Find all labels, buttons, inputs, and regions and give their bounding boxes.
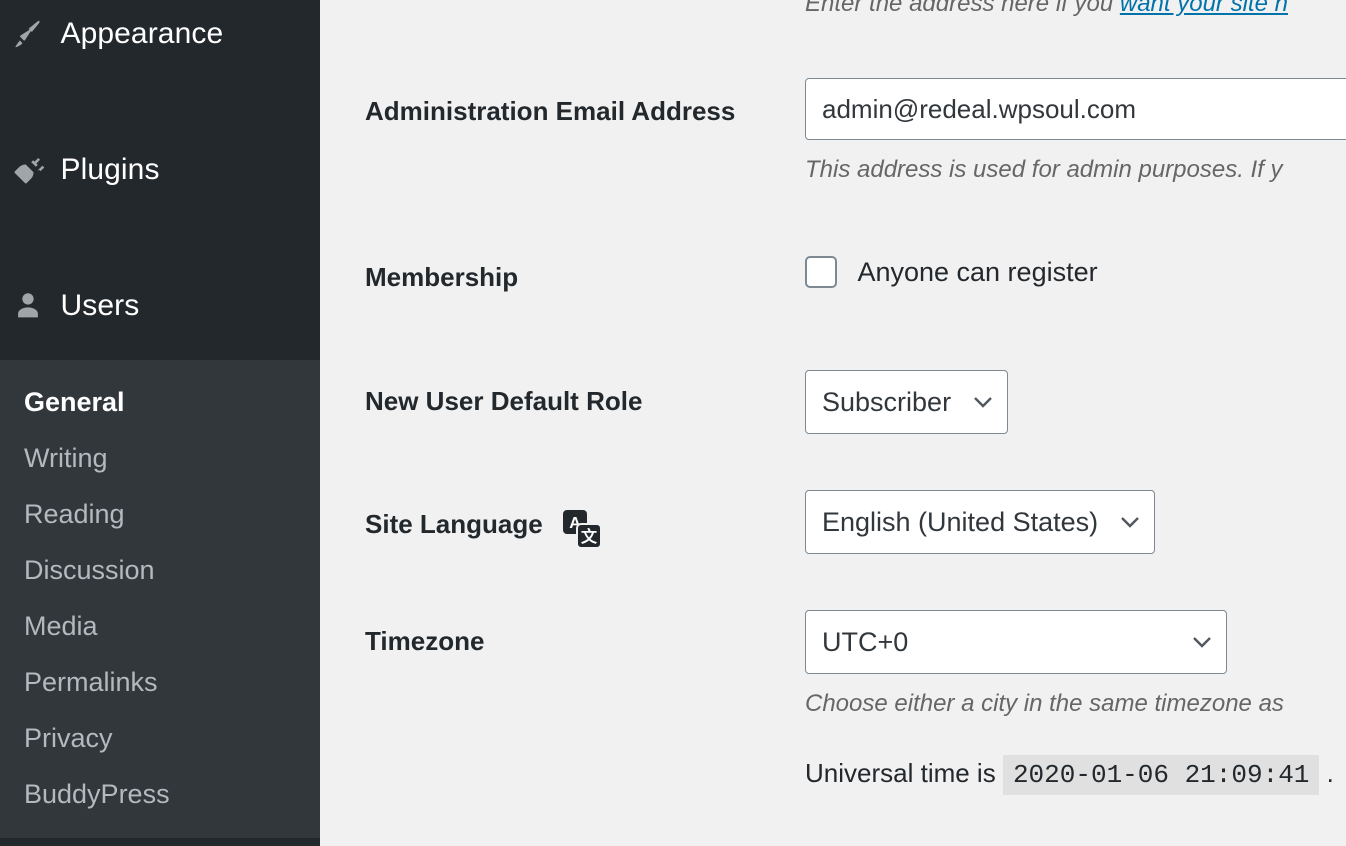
timezone-value: UTC+0 — [806, 611, 964, 673]
user-icon — [0, 272, 56, 340]
site-language-value: English (United States) — [806, 491, 1154, 553]
timezone-description: Choose either a city in the same timezon… — [805, 690, 1284, 717]
sidebar-item-plugins[interactable]: Plugins — [0, 136, 320, 204]
submenu-item-permalinks[interactable]: Permalinks — [0, 654, 320, 710]
sidebar-item-label: Appearance — [60, 0, 223, 68]
universal-time-prefix: Universal time is — [805, 758, 996, 788]
wordpress-admin-screen: Appearance Plugins Users Tools Settings — [0, 0, 1346, 846]
admin-sidebar: Appearance Plugins Users Tools Settings — [0, 0, 320, 846]
sidebar-item-users[interactable]: Users — [0, 272, 320, 340]
site-address-help-link[interactable]: want your site h — [1120, 0, 1288, 17]
submenu-item-label: Writing — [24, 443, 108, 473]
submenu-item-label: Permalinks — [24, 667, 158, 697]
sidebar-item-label: Plugins — [60, 136, 159, 204]
anyone-can-register-checkbox[interactable] — [805, 256, 837, 288]
chevron-down-icon — [1120, 515, 1140, 529]
site-language-select[interactable]: English (United States) — [805, 490, 1155, 554]
sidebar-bottom-strip — [0, 838, 320, 846]
universal-time-value: 2020-01-06 21:09:41 — [1003, 755, 1319, 795]
new-user-role-label: New User Default Role — [365, 386, 795, 417]
submenu-item-media[interactable]: Media — [0, 598, 320, 654]
submenu-item-writing[interactable]: Writing — [0, 430, 320, 486]
settings-general-form: Enter the address here if you want your … — [320, 0, 1346, 846]
translate-icon: A 文 — [562, 509, 602, 549]
universal-time-suffix: . — [1327, 758, 1334, 788]
submenu-item-label: General — [24, 387, 125, 417]
plug-icon — [0, 136, 56, 204]
submenu-item-label: Reading — [24, 499, 125, 529]
submenu-item-discussion[interactable]: Discussion — [0, 542, 320, 598]
site-address-description: Enter the address here if you want your … — [805, 0, 1288, 17]
new-user-role-select[interactable]: Subscriber — [805, 370, 1008, 434]
timezone-select[interactable]: UTC+0 — [805, 610, 1227, 674]
submenu-item-label: Media — [24, 611, 98, 641]
paintbrush-icon — [0, 0, 56, 68]
chevron-down-icon — [1192, 635, 1212, 649]
sidebar-item-label: Users — [60, 272, 139, 340]
timezone-label: Timezone — [365, 626, 795, 657]
universal-time-line: Universal time is 2020-01-06 21:09:41 . — [805, 758, 1334, 788]
submenu-item-buddypress[interactable]: BuddyPress — [0, 766, 320, 822]
anyone-can-register-label: Anyone can register — [857, 257, 1097, 288]
settings-submenu: General Writing Reading Discussion Media… — [0, 360, 320, 844]
submenu-item-label: Privacy — [24, 723, 113, 753]
submenu-item-privacy[interactable]: Privacy — [0, 710, 320, 766]
anyone-can-register-field[interactable]: Anyone can register — [805, 256, 1098, 288]
submenu-item-label: BuddyPress — [24, 779, 170, 809]
membership-label: Membership — [365, 262, 795, 293]
sidebar-item-appearance[interactable]: Appearance — [0, 0, 320, 68]
admin-email-description: This address is used for admin purposes.… — [805, 156, 1283, 183]
svg-text:文: 文 — [581, 527, 598, 546]
submenu-item-label: Discussion — [24, 555, 155, 585]
admin-email-label: Administration Email Address — [365, 96, 795, 127]
site-language-label: Site Language — [365, 509, 543, 539]
submenu-item-general[interactable]: General — [0, 374, 320, 430]
chevron-down-icon — [973, 395, 993, 409]
admin-email-input[interactable] — [805, 78, 1346, 140]
submenu-item-reading[interactable]: Reading — [0, 486, 320, 542]
